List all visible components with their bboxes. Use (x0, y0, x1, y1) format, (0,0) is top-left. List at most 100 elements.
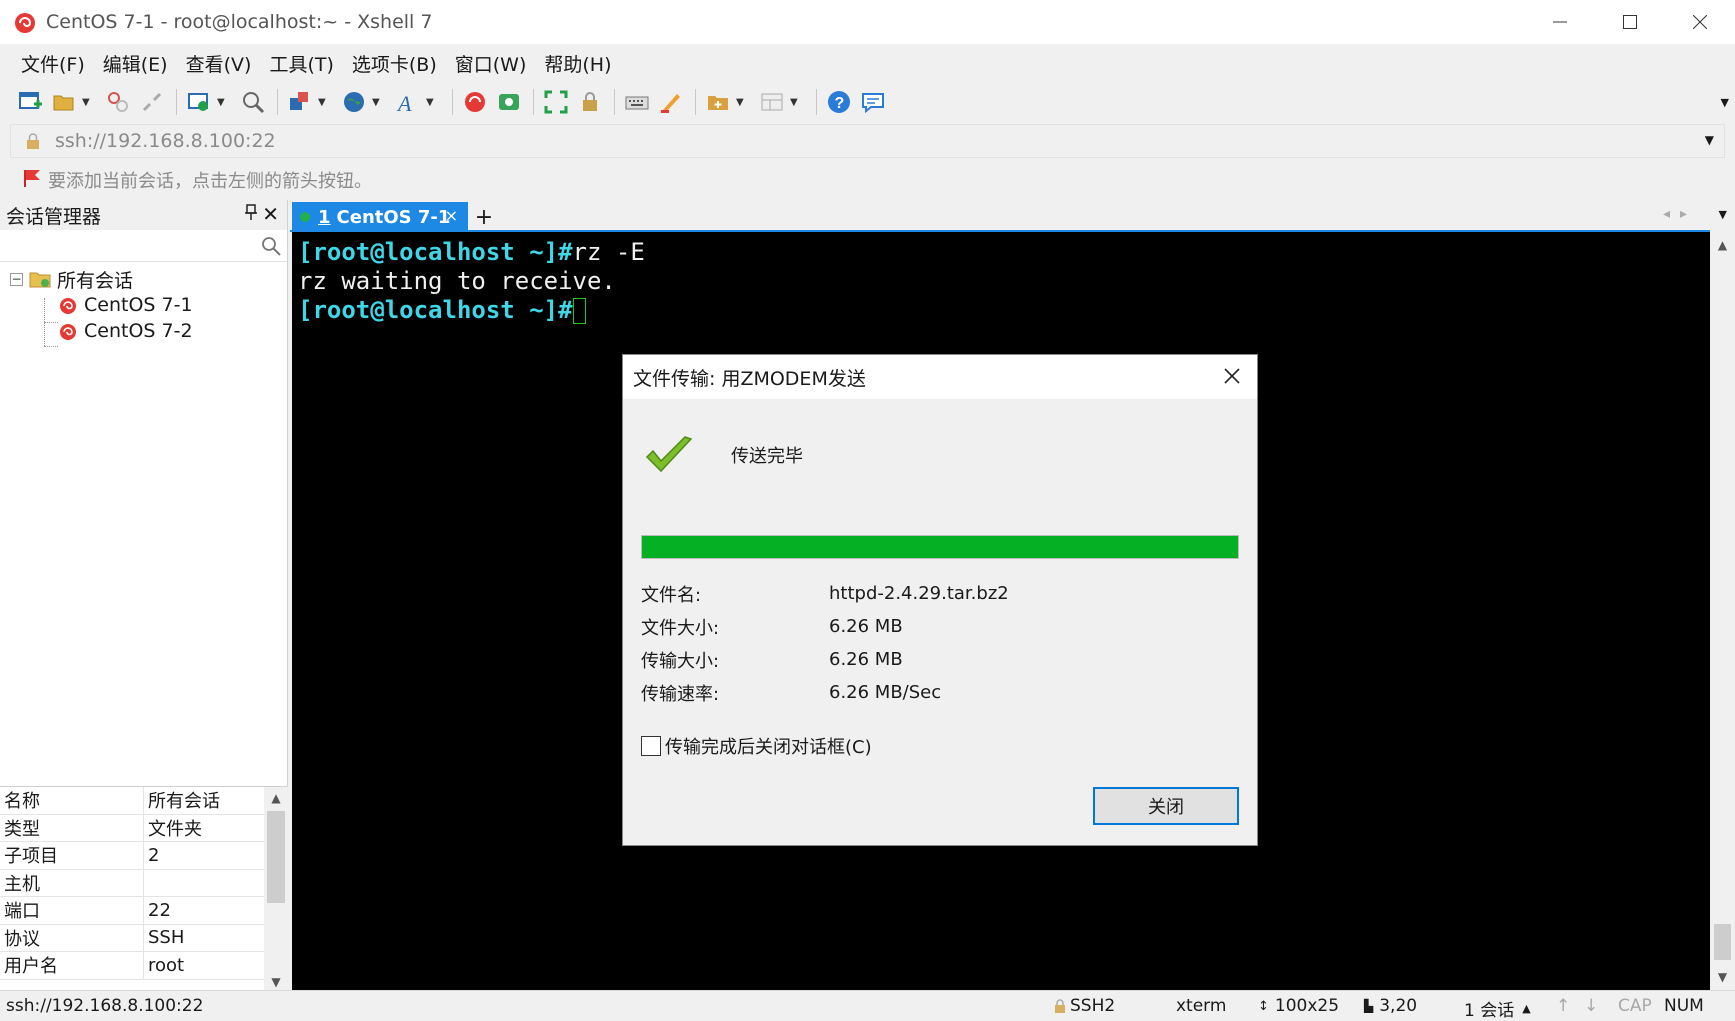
terminal-line: [root@localhost ~]# (298, 296, 1704, 325)
font-dropdown-icon[interactable]: ▼ (426, 97, 438, 108)
properties-grid: 名称 所有会话 类型 文件夹 子项目 2 主机 端口 22 协议 SSH 用户名… (0, 786, 288, 991)
connect-button[interactable] (102, 86, 134, 118)
fullscreen-button[interactable] (540, 86, 572, 118)
menu-edit[interactable]: 编辑(E) (94, 50, 177, 77)
scroll-up-icon[interactable]: ▲ (1710, 238, 1735, 252)
status-sessions[interactable]: 1 会话 ▲ (1464, 996, 1531, 1021)
web-dropdown-icon[interactable]: ▼ (372, 97, 384, 108)
tree-item-session[interactable]: CentOS 7-1 (0, 292, 287, 318)
tree-item-session[interactable]: CentOS 7-2 (0, 318, 287, 344)
close-tab-icon[interactable]: × (445, 206, 458, 225)
maximize-button[interactable] (1595, 0, 1665, 44)
tab-scroll-arrows-icon[interactable]: ◂▸ (1663, 206, 1697, 222)
menu-window[interactable]: 窗口(W) (446, 50, 536, 77)
menu-tabs[interactable]: 选项卡(B) (343, 50, 446, 77)
size-label: 100x25 (1274, 996, 1340, 1016)
toolbar-separator (533, 89, 534, 115)
pin-icon[interactable] (245, 204, 257, 224)
open-session-button[interactable] (48, 86, 80, 118)
svg-text:A: A (396, 91, 412, 114)
keyboard-button[interactable] (621, 86, 653, 118)
terminal-output: rz waiting to receive. (298, 267, 616, 295)
minimize-button[interactable] (1525, 0, 1595, 44)
add-session-arrow-icon[interactable] (22, 168, 42, 193)
layout-dropdown-icon[interactable]: ▼ (790, 97, 802, 108)
info-value: 6.26 MB (829, 616, 903, 637)
new-folder-dropdown-icon[interactable]: ▼ (736, 97, 748, 108)
terminal-output: rz -E (572, 238, 645, 266)
address-bar[interactable]: ssh://192.168.8.100:22 ▼ (10, 124, 1725, 158)
scroll-down-arrow-icon[interactable]: ↓ (1584, 996, 1598, 1016)
transfer-dropdown-icon[interactable]: ▼ (318, 97, 330, 108)
property-value: SSH (148, 927, 185, 949)
search-icon[interactable] (261, 236, 281, 261)
web-button[interactable] (338, 86, 370, 118)
scrollbar-thumb[interactable] (267, 811, 285, 903)
toolbar-overflow-icon[interactable]: ▼ (1721, 96, 1729, 109)
disconnect-icon (142, 92, 162, 112)
tab-centos-7-1[interactable]: 1 CentOS 7-1 × (292, 202, 468, 232)
highlight-button[interactable] (655, 86, 687, 118)
new-session-button[interactable] (14, 86, 46, 118)
scrollbar-thumb[interactable] (1714, 924, 1731, 960)
close-pane-icon[interactable]: ✕ (262, 202, 279, 226)
progress-fill (642, 536, 1238, 558)
terminal-scrollbar[interactable]: ▲ ▼ (1710, 232, 1735, 990)
menu-help[interactable]: 帮助(H) (535, 50, 620, 77)
xftp-button[interactable] (493, 86, 525, 118)
close-window-button[interactable] (1665, 0, 1735, 44)
close-icon (1693, 15, 1707, 29)
connect-icon (108, 92, 128, 112)
tree-item-all-sessions[interactable]: − 所有会话 (0, 266, 287, 292)
close-on-complete-checkbox-row[interactable]: 传输完成后关闭对话框(C) (641, 733, 872, 759)
xshell-app-icon (15, 13, 35, 33)
open-session-dropdown-icon[interactable]: ▼ (82, 97, 94, 108)
properties-button[interactable] (183, 86, 215, 118)
tab-list-dropdown-icon[interactable]: ▼ (1719, 208, 1727, 221)
menu-tools[interactable]: 工具(T) (260, 50, 342, 77)
chat-button[interactable] (857, 86, 889, 118)
toolbar: ▼ ▼ ▼ ▼ A ▼ ▼ ▼ ? ▼ (0, 82, 1735, 122)
lock-button[interactable] (574, 86, 606, 118)
info-key: 文件名: (641, 584, 702, 606)
status-cursor: ▙ 3,20 (1364, 996, 1417, 1016)
cursor-position-icon: ▙ (1364, 999, 1374, 1013)
properties-scrollbar[interactable]: ▲ ▼ (264, 787, 288, 991)
transfer-status: 传送完毕 (645, 435, 803, 475)
menu-file[interactable]: 文件(F) (12, 50, 94, 77)
scroll-up-arrow-icon[interactable]: ↑ (1556, 996, 1570, 1016)
layout-icon (761, 93, 783, 111)
layout-button[interactable] (756, 86, 788, 118)
info-row: 传输速率: 6.26 MB/Sec (641, 676, 1009, 709)
info-key: 传输速率: (641, 683, 720, 705)
info-row: 传输大小: 6.26 MB (641, 643, 1009, 676)
close-button[interactable]: 关闭 (1093, 787, 1239, 825)
transfer-icon (290, 92, 308, 110)
address-input[interactable]: ssh://192.168.8.100:22 (55, 130, 276, 152)
close-on-complete-checkbox[interactable] (641, 736, 661, 756)
properties-dropdown-icon[interactable]: ▼ (217, 97, 229, 108)
scroll-down-icon[interactable]: ▼ (1710, 970, 1735, 984)
address-dropdown-icon[interactable]: ▼ (1705, 133, 1714, 147)
property-value: 所有会话 (148, 791, 220, 813)
collapse-icon[interactable]: − (10, 272, 23, 286)
new-tab-button[interactable]: + (472, 204, 496, 230)
fullscreen-icon (544, 90, 568, 114)
lock-icon (583, 92, 597, 111)
info-value: 6.26 MB (829, 649, 903, 670)
font-button[interactable]: A (392, 86, 424, 118)
disconnect-button[interactable] (136, 86, 168, 118)
menu-view[interactable]: 查看(V) (177, 50, 261, 77)
session-search-input[interactable] (0, 230, 287, 262)
property-row: 类型 文件夹 (0, 814, 288, 842)
scroll-up-icon[interactable]: ▲ (264, 791, 288, 805)
xshell-button[interactable] (459, 86, 491, 118)
transfer-button[interactable] (284, 86, 316, 118)
find-button[interactable] (237, 86, 269, 118)
checkbox-label[interactable]: 传输完成后关闭对话框(C) (665, 733, 872, 759)
scroll-down-icon[interactable]: ▼ (264, 975, 288, 989)
close-icon[interactable] (1221, 365, 1243, 387)
sessions-up-icon[interactable]: ▲ (1522, 1002, 1530, 1015)
new-folder-button[interactable] (702, 86, 734, 118)
help-button[interactable]: ? (823, 86, 855, 118)
